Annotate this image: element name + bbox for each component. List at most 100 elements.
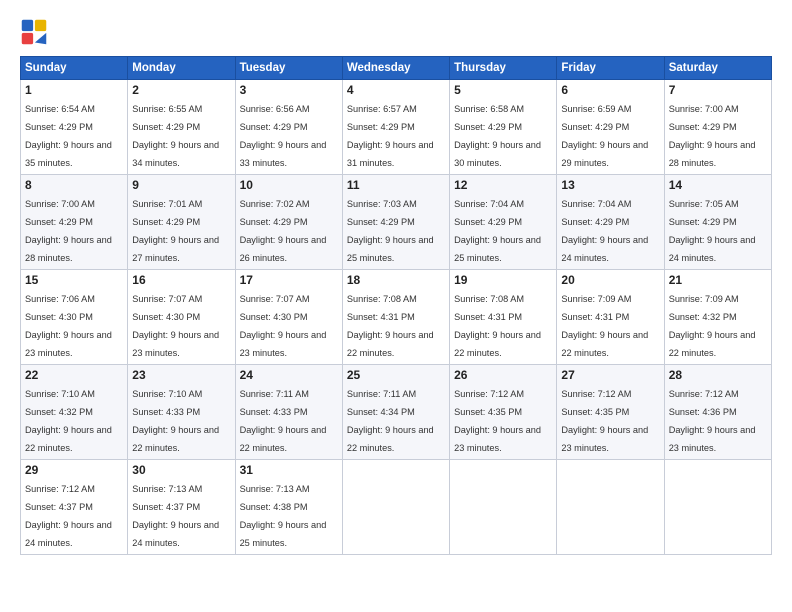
day-number: 15 [25, 273, 123, 287]
col-header-saturday: Saturday [664, 57, 771, 80]
day-info: Sunrise: 7:08 AMSunset: 4:31 PMDaylight:… [454, 294, 541, 358]
day-number: 3 [240, 83, 338, 97]
day-info: Sunrise: 7:12 AMSunset: 4:36 PMDaylight:… [669, 389, 756, 453]
calendar-table: SundayMondayTuesdayWednesdayThursdayFrid… [20, 56, 772, 555]
day-number: 30 [132, 463, 230, 477]
day-number: 27 [561, 368, 659, 382]
day-number: 10 [240, 178, 338, 192]
day-info: Sunrise: 6:58 AMSunset: 4:29 PMDaylight:… [454, 104, 541, 168]
calendar-cell: 20 Sunrise: 7:09 AMSunset: 4:31 PMDaylig… [557, 270, 664, 365]
col-header-wednesday: Wednesday [342, 57, 449, 80]
day-info: Sunrise: 7:02 AMSunset: 4:29 PMDaylight:… [240, 199, 327, 263]
day-number: 14 [669, 178, 767, 192]
calendar-cell: 16 Sunrise: 7:07 AMSunset: 4:30 PMDaylig… [128, 270, 235, 365]
day-number: 12 [454, 178, 552, 192]
day-info: Sunrise: 6:56 AMSunset: 4:29 PMDaylight:… [240, 104, 327, 168]
page-header [20, 18, 772, 46]
day-number: 16 [132, 273, 230, 287]
day-info: Sunrise: 7:05 AMSunset: 4:29 PMDaylight:… [669, 199, 756, 263]
day-number: 20 [561, 273, 659, 287]
day-info: Sunrise: 7:04 AMSunset: 4:29 PMDaylight:… [454, 199, 541, 263]
day-info: Sunrise: 7:09 AMSunset: 4:32 PMDaylight:… [669, 294, 756, 358]
day-number: 19 [454, 273, 552, 287]
day-info: Sunrise: 7:07 AMSunset: 4:30 PMDaylight:… [240, 294, 327, 358]
day-number: 1 [25, 83, 123, 97]
calendar-cell: 29 Sunrise: 7:12 AMSunset: 4:37 PMDaylig… [21, 460, 128, 555]
calendar-cell: 5 Sunrise: 6:58 AMSunset: 4:29 PMDayligh… [450, 80, 557, 175]
day-number: 23 [132, 368, 230, 382]
day-info: Sunrise: 7:10 AMSunset: 4:33 PMDaylight:… [132, 389, 219, 453]
day-info: Sunrise: 7:03 AMSunset: 4:29 PMDaylight:… [347, 199, 434, 263]
col-header-thursday: Thursday [450, 57, 557, 80]
day-info: Sunrise: 6:59 AMSunset: 4:29 PMDaylight:… [561, 104, 648, 168]
calendar-cell: 30 Sunrise: 7:13 AMSunset: 4:37 PMDaylig… [128, 460, 235, 555]
day-info: Sunrise: 7:11 AMSunset: 4:34 PMDaylight:… [347, 389, 434, 453]
calendar-cell: 22 Sunrise: 7:10 AMSunset: 4:32 PMDaylig… [21, 365, 128, 460]
col-header-friday: Friday [557, 57, 664, 80]
day-number: 28 [669, 368, 767, 382]
calendar-cell: 9 Sunrise: 7:01 AMSunset: 4:29 PMDayligh… [128, 175, 235, 270]
day-info: Sunrise: 7:13 AMSunset: 4:37 PMDaylight:… [132, 484, 219, 548]
calendar-cell [342, 460, 449, 555]
calendar-cell: 12 Sunrise: 7:04 AMSunset: 4:29 PMDaylig… [450, 175, 557, 270]
col-header-tuesday: Tuesday [235, 57, 342, 80]
calendar-cell: 2 Sunrise: 6:55 AMSunset: 4:29 PMDayligh… [128, 80, 235, 175]
day-info: Sunrise: 7:10 AMSunset: 4:32 PMDaylight:… [25, 389, 112, 453]
day-info: Sunrise: 7:13 AMSunset: 4:38 PMDaylight:… [240, 484, 327, 548]
day-number: 11 [347, 178, 445, 192]
day-number: 18 [347, 273, 445, 287]
day-info: Sunrise: 6:55 AMSunset: 4:29 PMDaylight:… [132, 104, 219, 168]
day-info: Sunrise: 7:01 AMSunset: 4:29 PMDaylight:… [132, 199, 219, 263]
day-info: Sunrise: 7:11 AMSunset: 4:33 PMDaylight:… [240, 389, 327, 453]
calendar-cell: 25 Sunrise: 7:11 AMSunset: 4:34 PMDaylig… [342, 365, 449, 460]
calendar-cell [664, 460, 771, 555]
calendar-cell: 31 Sunrise: 7:13 AMSunset: 4:38 PMDaylig… [235, 460, 342, 555]
calendar-cell: 15 Sunrise: 7:06 AMSunset: 4:30 PMDaylig… [21, 270, 128, 365]
calendar-cell: 1 Sunrise: 6:54 AMSunset: 4:29 PMDayligh… [21, 80, 128, 175]
day-number: 6 [561, 83, 659, 97]
calendar-cell [557, 460, 664, 555]
calendar-cell: 3 Sunrise: 6:56 AMSunset: 4:29 PMDayligh… [235, 80, 342, 175]
calendar-cell: 26 Sunrise: 7:12 AMSunset: 4:35 PMDaylig… [450, 365, 557, 460]
calendar-cell: 23 Sunrise: 7:10 AMSunset: 4:33 PMDaylig… [128, 365, 235, 460]
day-number: 21 [669, 273, 767, 287]
col-header-sunday: Sunday [21, 57, 128, 80]
calendar-cell: 8 Sunrise: 7:00 AMSunset: 4:29 PMDayligh… [21, 175, 128, 270]
day-number: 26 [454, 368, 552, 382]
day-number: 24 [240, 368, 338, 382]
day-number: 8 [25, 178, 123, 192]
calendar-cell: 11 Sunrise: 7:03 AMSunset: 4:29 PMDaylig… [342, 175, 449, 270]
day-number: 2 [132, 83, 230, 97]
calendar-cell: 7 Sunrise: 7:00 AMSunset: 4:29 PMDayligh… [664, 80, 771, 175]
day-info: Sunrise: 7:12 AMSunset: 4:35 PMDaylight:… [561, 389, 648, 453]
day-number: 31 [240, 463, 338, 477]
calendar-cell: 19 Sunrise: 7:08 AMSunset: 4:31 PMDaylig… [450, 270, 557, 365]
day-info: Sunrise: 7:12 AMSunset: 4:35 PMDaylight:… [454, 389, 541, 453]
day-number: 29 [25, 463, 123, 477]
calendar-cell: 28 Sunrise: 7:12 AMSunset: 4:36 PMDaylig… [664, 365, 771, 460]
day-info: Sunrise: 7:07 AMSunset: 4:30 PMDaylight:… [132, 294, 219, 358]
calendar-cell: 4 Sunrise: 6:57 AMSunset: 4:29 PMDayligh… [342, 80, 449, 175]
col-header-monday: Monday [128, 57, 235, 80]
day-number: 13 [561, 178, 659, 192]
day-info: Sunrise: 7:00 AMSunset: 4:29 PMDaylight:… [25, 199, 112, 263]
day-info: Sunrise: 6:54 AMSunset: 4:29 PMDaylight:… [25, 104, 112, 168]
calendar-cell: 24 Sunrise: 7:11 AMSunset: 4:33 PMDaylig… [235, 365, 342, 460]
calendar-cell [450, 460, 557, 555]
day-number: 7 [669, 83, 767, 97]
day-number: 17 [240, 273, 338, 287]
logo-icon [20, 18, 48, 46]
day-info: Sunrise: 7:00 AMSunset: 4:29 PMDaylight:… [669, 104, 756, 168]
day-number: 9 [132, 178, 230, 192]
calendar-cell: 21 Sunrise: 7:09 AMSunset: 4:32 PMDaylig… [664, 270, 771, 365]
day-info: Sunrise: 7:04 AMSunset: 4:29 PMDaylight:… [561, 199, 648, 263]
calendar-cell: 13 Sunrise: 7:04 AMSunset: 4:29 PMDaylig… [557, 175, 664, 270]
day-info: Sunrise: 6:57 AMSunset: 4:29 PMDaylight:… [347, 104, 434, 168]
calendar-cell: 18 Sunrise: 7:08 AMSunset: 4:31 PMDaylig… [342, 270, 449, 365]
day-number: 5 [454, 83, 552, 97]
day-info: Sunrise: 7:06 AMSunset: 4:30 PMDaylight:… [25, 294, 112, 358]
day-info: Sunrise: 7:09 AMSunset: 4:31 PMDaylight:… [561, 294, 648, 358]
day-number: 4 [347, 83, 445, 97]
day-number: 22 [25, 368, 123, 382]
calendar-cell: 6 Sunrise: 6:59 AMSunset: 4:29 PMDayligh… [557, 80, 664, 175]
